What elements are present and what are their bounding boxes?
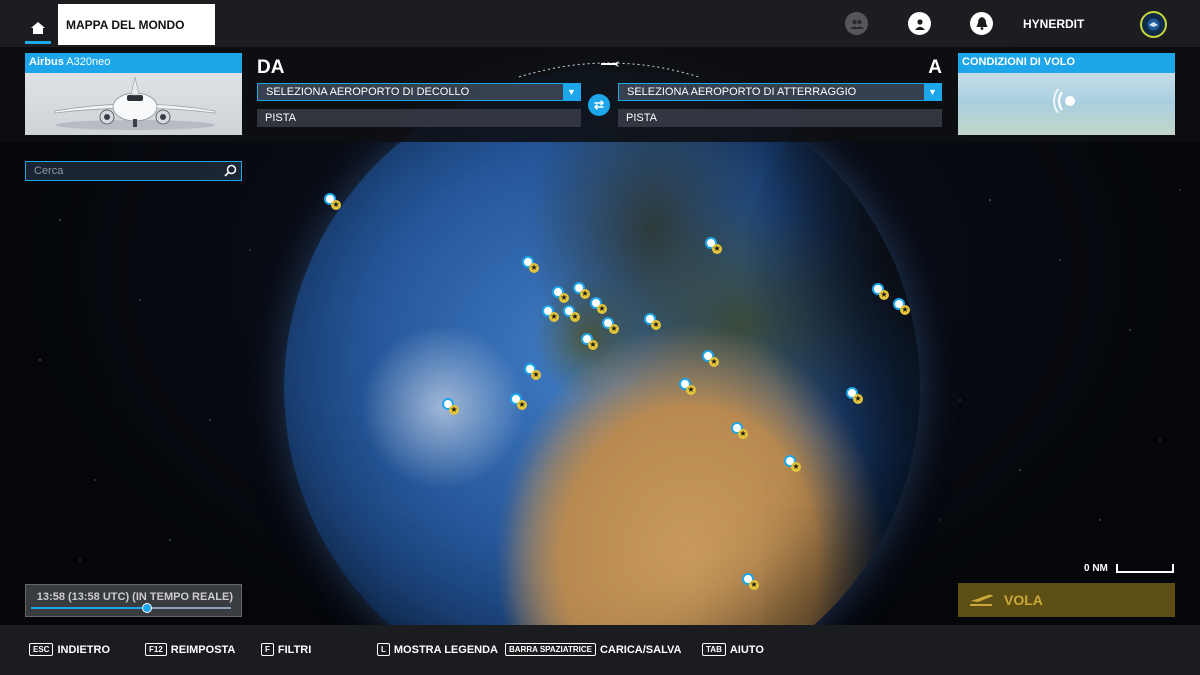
top-navigation-bar: MAPPA DEL MONDO HYNERDIT [0, 0, 1200, 47]
live-weather-icon [1053, 88, 1075, 114]
time-slider-fill [31, 607, 147, 609]
airport-marker[interactable]: ★ [705, 237, 722, 254]
airport-marker[interactable]: ★ [590, 297, 607, 314]
search-placeholder: Cerca [34, 165, 64, 177]
hint-legend-label: MOSTRA LEGENDA [393, 643, 498, 656]
fly-button-label: VOLA [1004, 592, 1043, 608]
hint-help[interactable]: TAB AIUTO [702, 643, 764, 656]
airport-marker[interactable]: ★ [510, 393, 527, 410]
time-slider-handle[interactable] [142, 603, 152, 613]
airport-marker[interactable]: ★ [573, 282, 590, 299]
hint-load-save-label: CARICA/SALVA [599, 643, 682, 656]
map-scale-bar [1116, 564, 1174, 573]
departure-runway-label: PISTA [265, 112, 296, 124]
chevron-down-icon[interactable]: ▼ [563, 84, 580, 100]
key-tab: TAB [702, 643, 726, 656]
chevron-down-icon[interactable]: ▼ [924, 84, 941, 100]
airport-marker[interactable]: ★ [324, 193, 341, 210]
search-input[interactable]: Cerca [25, 161, 242, 181]
aircraft-title: Airbus A320neo [25, 53, 242, 73]
aircraft-brand: Airbus [29, 56, 64, 68]
profile-icon[interactable] [908, 12, 931, 35]
arrival-runway-label: PISTA [626, 112, 657, 124]
airport-marker[interactable]: ★ [784, 455, 801, 472]
hint-back[interactable]: ESC INDIETRO [29, 643, 110, 656]
bottom-hint-bar: ESC INDIETRO F12 REIMPOSTA F FILTRI L MO… [0, 625, 1200, 675]
airport-marker[interactable]: ★ [524, 363, 541, 380]
hint-reset[interactable]: F12 REIMPOSTA [145, 643, 235, 656]
night-shadow [740, 110, 920, 470]
departure-airport-value: SELEZIONA AEROPORTO DI DECOLLO [266, 86, 470, 98]
airport-marker[interactable]: ★ [581, 333, 598, 350]
arrival-runway-field[interactable]: PISTA [618, 109, 942, 127]
tab-world-map[interactable]: MAPPA DEL MONDO [58, 4, 215, 45]
hint-legend[interactable]: L MOSTRA LEGENDA [377, 643, 498, 656]
home-tab[interactable] [25, 14, 51, 44]
airport-marker[interactable]: ★ [846, 387, 863, 404]
time-of-day-control[interactable]: 13:58 (13:58 UTC) (IN TEMPO REALE) [25, 584, 242, 617]
search-icon[interactable] [224, 164, 237, 177]
aircraft-model: A320neo [66, 56, 111, 68]
airport-marker[interactable]: ★ [731, 422, 748, 439]
earth-globe[interactable] [284, 70, 920, 675]
airport-marker[interactable]: ★ [542, 305, 559, 322]
departure-airport-select[interactable]: SELEZIONA AEROPORTO DI DECOLLO ▼ [257, 83, 581, 101]
airport-marker[interactable]: ★ [679, 378, 696, 395]
flight-conditions-card[interactable]: CONDIZIONI DI VOLO [958, 53, 1175, 135]
fly-button[interactable]: VOLA [958, 583, 1175, 617]
swap-route-button[interactable]: ⇄ [588, 94, 610, 116]
hint-back-label: INDIETRO [57, 643, 111, 656]
airport-marker[interactable]: ★ [552, 286, 569, 303]
key-spacebar: BARRA SPAZIATRICE [505, 643, 596, 656]
arrival-label: A [928, 57, 942, 78]
airport-marker[interactable]: ★ [563, 305, 580, 322]
airport-marker[interactable]: ★ [702, 350, 719, 367]
arrival-airport-select[interactable]: SELEZIONA AEROPORTO DI ATTERRAGGIO ▼ [618, 83, 942, 101]
airport-marker[interactable]: ★ [893, 298, 910, 315]
hint-filters-label: FILTRI [277, 643, 312, 656]
airport-marker[interactable]: ★ [872, 283, 889, 300]
hint-reset-label: REIMPOSTA [170, 643, 236, 656]
key-f12: F12 [145, 643, 167, 656]
airport-marker[interactable]: ★ [522, 256, 539, 273]
hint-load-save[interactable]: BARRA SPAZIATRICE CARICA/SALVA [505, 643, 681, 656]
aircraft-selection-card[interactable]: Airbus A320neo [25, 53, 242, 135]
map-scale-label: 0 NM [1084, 563, 1108, 574]
airport-marker[interactable]: ★ [602, 317, 619, 334]
airplane-icon [54, 77, 216, 130]
airport-marker[interactable]: ★ [742, 573, 759, 590]
hint-filters[interactable]: F FILTRI [261, 643, 311, 656]
airport-marker[interactable]: ★ [442, 398, 459, 415]
departure-label: DA [257, 57, 285, 78]
conditions-title: CONDIZIONI DI VOLO [958, 53, 1175, 73]
arrival-airport-value: SELEZIONA AEROPORTO DI ATTERRAGGIO [627, 86, 857, 98]
departure-runway-field[interactable]: PISTA [257, 109, 581, 127]
time-label: 13:58 (13:58 UTC) (IN TEMPO REALE) [36, 591, 233, 603]
airport-marker[interactable]: ★ [644, 313, 661, 330]
route-arc [518, 61, 700, 78]
home-icon [31, 21, 45, 34]
notifications-icon[interactable] [970, 12, 993, 35]
key-esc: ESC [29, 643, 54, 656]
hint-help-label: AIUTO [729, 643, 764, 656]
pilot-badge-icon[interactable] [1140, 11, 1167, 38]
username[interactable]: HYNERDIT [1023, 17, 1084, 31]
friends-icon[interactable] [845, 12, 868, 35]
takeoff-icon [970, 592, 994, 609]
swap-icon: ⇄ [593, 98, 605, 112]
key-f: F [261, 643, 274, 656]
route-selector: DA A SELEZIONA AEROPORTO DI DECOLLO ▼ PI… [249, 53, 952, 135]
key-l: L [377, 643, 390, 656]
